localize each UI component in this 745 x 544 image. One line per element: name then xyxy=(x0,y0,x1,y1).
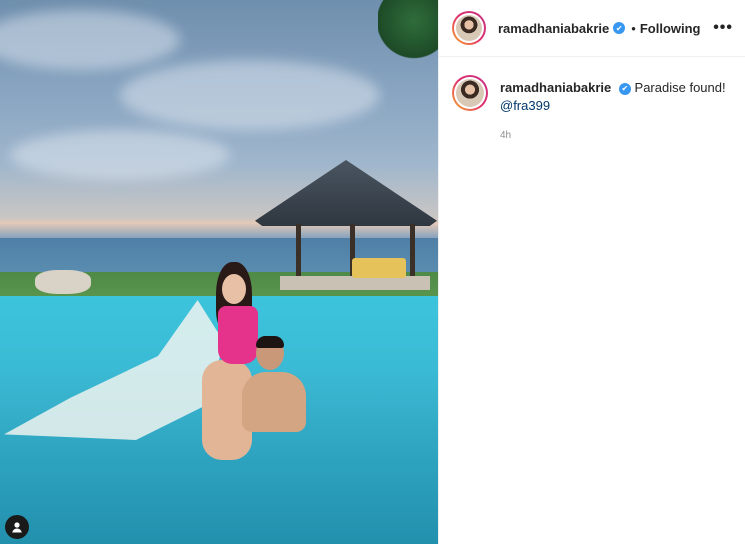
caption-username[interactable]: ramadhaniabakrie xyxy=(500,80,611,95)
avatar-image xyxy=(456,15,482,41)
sofa xyxy=(352,258,406,278)
caption-text: Paradise found! xyxy=(634,80,726,95)
man-figure xyxy=(240,336,320,446)
avatar[interactable] xyxy=(452,75,488,111)
post-header: ramadhaniabakrie ✔ • Following ••• xyxy=(439,0,745,57)
avatar-ring xyxy=(454,13,484,43)
user-tag-icon[interactable] xyxy=(5,515,29,539)
post-timestamp[interactable]: 4h xyxy=(500,127,726,145)
sky-cloud xyxy=(10,130,230,180)
woman-face xyxy=(222,274,246,304)
following-button[interactable]: Following xyxy=(640,21,701,36)
sky-cloud xyxy=(120,60,380,130)
man-hair xyxy=(256,336,284,348)
caption-comment: ramadhaniabakrie ✔ Paradise found! @fra3… xyxy=(439,57,745,145)
more-options-icon[interactable]: ••• xyxy=(713,19,733,37)
post-sidebar: ramadhaniabakrie ✔ • Following ••• ramad… xyxy=(438,0,745,544)
comment-body: ramadhaniabakrie ✔ Paradise found! @fra3… xyxy=(500,75,726,145)
gazebo-deck xyxy=(280,276,430,290)
gazebo-roof xyxy=(255,160,437,226)
separator-dot: • xyxy=(631,20,636,36)
avatar[interactable] xyxy=(452,11,486,45)
mention-link[interactable]: @fra399 xyxy=(500,97,726,115)
post-photo[interactable] xyxy=(0,0,438,544)
palm-leaves xyxy=(378,0,438,70)
lounger xyxy=(35,270,91,294)
sky-cloud xyxy=(0,10,180,70)
avatar-image xyxy=(456,79,484,107)
gazebo-post xyxy=(296,224,301,280)
header-username[interactable]: ramadhaniabakrie xyxy=(498,21,609,36)
avatar-ring xyxy=(454,77,486,109)
person-icon xyxy=(12,522,22,533)
gazebo-post xyxy=(410,224,415,280)
verified-badge-icon: ✔ xyxy=(613,22,626,34)
man-body xyxy=(242,372,306,432)
verified-badge-icon: ✔ xyxy=(618,82,631,95)
